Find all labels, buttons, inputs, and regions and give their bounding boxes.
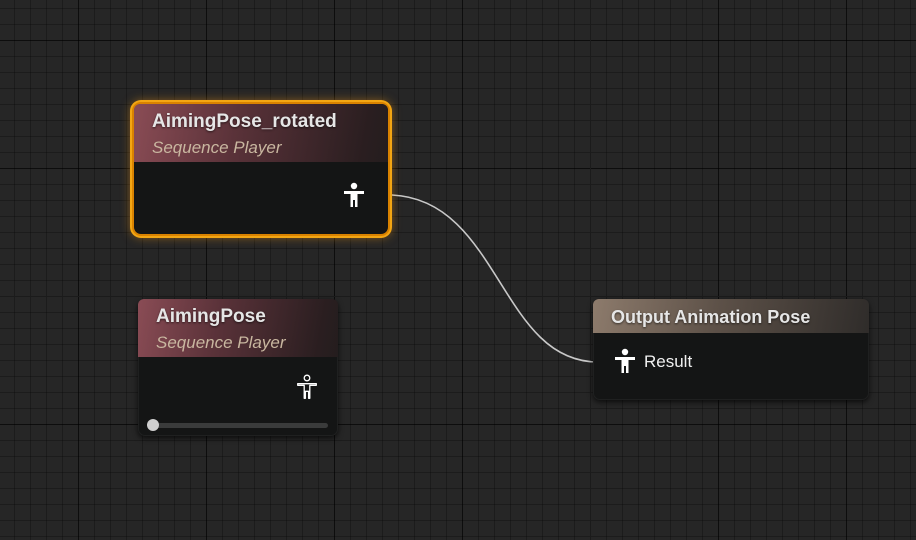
play-position-slider[interactable]: [150, 423, 328, 428]
node-subtitle: Sequence Player: [152, 138, 282, 157]
sequence-player-node-aimingpose[interactable]: AimingPose Sequence Player: [138, 299, 338, 436]
pose-output-pin-icon[interactable]: [343, 182, 365, 208]
pose-wire[interactable]: [368, 194, 612, 363]
node-subtitle: Sequence Player: [156, 333, 286, 352]
play-position-thumb[interactable]: [147, 419, 159, 431]
output-animation-pose-node[interactable]: Output Animation Pose Result: [593, 299, 869, 400]
pose-output-pin-icon[interactable]: [296, 374, 318, 400]
node-header: Output Animation Pose: [593, 299, 869, 333]
node-title: AimingPose: [156, 306, 266, 327]
wire-layer: [368, 194, 612, 363]
node-header: AimingPose Sequence Player: [138, 299, 338, 357]
result-pin-label: Result: [644, 352, 693, 371]
node-title: AimingPose_rotated: [152, 111, 337, 132]
pose-input-pin-icon[interactable]: [614, 348, 636, 374]
sequence-player-node-aimingpose-rotated[interactable]: AimingPose_rotated Sequence Player: [134, 104, 388, 234]
node-title: Output Animation Pose: [611, 307, 811, 327]
node-header: AimingPose_rotated Sequence Player: [134, 104, 388, 162]
